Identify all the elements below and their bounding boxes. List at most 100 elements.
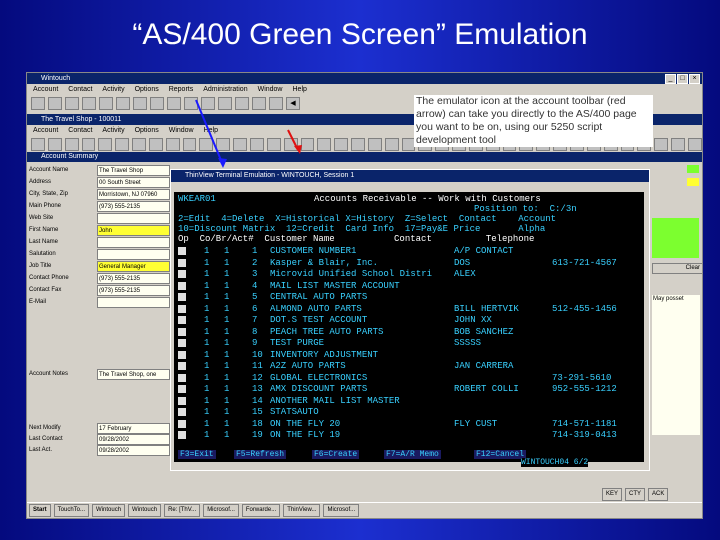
annotation-note: The emulator icon at the account toolbar… xyxy=(414,95,653,147)
row-account: 13 xyxy=(252,384,263,394)
row-phone: 73-291-5610 xyxy=(552,372,612,383)
position-to: Position to: C:/3n xyxy=(474,204,577,214)
row-customer-name: DOT.S TEST ACCOUNT xyxy=(270,315,368,325)
row-account: 15 xyxy=(252,407,263,417)
row-phone: 512-455-1456 xyxy=(552,303,617,314)
row-account: 10 xyxy=(252,349,263,360)
row-option-input[interactable] xyxy=(178,396,186,405)
row-customer-name: PEACH TREE AUTO PARTS xyxy=(270,326,384,337)
row-option-input[interactable] xyxy=(178,373,186,382)
row-option-input[interactable] xyxy=(178,293,186,301)
row-account: 12 xyxy=(252,372,263,383)
row-branch: 1 xyxy=(224,257,230,268)
row-account: 8 xyxy=(252,326,258,337)
row-company: 1 xyxy=(204,407,210,417)
row-option-input[interactable] xyxy=(178,327,186,336)
f5-key[interactable]: F5=Refresh xyxy=(234,450,287,459)
row-branch: 1 xyxy=(224,280,230,291)
row-account: 9 xyxy=(252,338,258,348)
row-contact: ALEX xyxy=(454,269,476,279)
blue-arrow xyxy=(195,99,224,166)
row-account: 14 xyxy=(252,395,263,406)
row-contact: BOB SANCHEZ xyxy=(454,326,514,337)
row-option-input[interactable] xyxy=(178,362,186,370)
row-option-input[interactable] xyxy=(178,247,186,255)
green-screen[interactable]: WKEAR01 Accounts Receivable -- Work with… xyxy=(174,192,644,462)
row-option-input[interactable] xyxy=(178,419,186,428)
row-customer-name: ALMOND AUTO PARTS xyxy=(270,303,362,314)
row-option-input[interactable] xyxy=(178,339,186,347)
row-contact: DOS xyxy=(454,257,471,268)
screen-id: WKEAR01 xyxy=(178,194,216,204)
row-company: 1 xyxy=(204,349,210,360)
row-branch: 1 xyxy=(224,303,230,314)
row-branch: 1 xyxy=(224,349,230,360)
row-option-input[interactable] xyxy=(178,385,186,393)
row-branch: 1 xyxy=(224,430,230,440)
row-customer-name: CENTRAL AUTO PARTS xyxy=(270,292,368,302)
row-account: 11 xyxy=(252,361,263,371)
screen-title: Accounts Receivable -- Work with Custome… xyxy=(314,194,541,204)
row-account: 4 xyxy=(252,280,258,291)
row-company: 1 xyxy=(204,384,210,394)
row-customer-name: Microvid Unified School Distri xyxy=(270,269,433,279)
row-customer-name: CUSTOMER NUMBER1 xyxy=(270,246,357,256)
row-account: 3 xyxy=(252,269,258,279)
terminal-title: ThinView Terminal Emulation - WINTOUCH, … xyxy=(185,172,355,179)
f12-key[interactable]: F12=Cancel xyxy=(474,450,527,459)
row-contact: ROBERT COLLI xyxy=(454,384,519,394)
terminal-window: ThinView Terminal Emulation - WINTOUCH, … xyxy=(170,169,650,471)
row-option-input[interactable] xyxy=(178,408,186,416)
row-company: 1 xyxy=(204,246,210,256)
row-customer-name: Kasper & Blair, Inc. xyxy=(270,257,379,268)
row-branch: 1 xyxy=(224,395,230,406)
row-company: 1 xyxy=(204,395,210,406)
row-contact: JAN CARRERA xyxy=(454,361,514,371)
row-branch: 1 xyxy=(224,338,230,348)
row-company: 1 xyxy=(204,361,210,371)
f6-key[interactable]: F6=Create xyxy=(312,450,360,459)
row-branch: 1 xyxy=(224,326,230,337)
row-company: 1 xyxy=(204,269,210,279)
row-phone: 952-555-1212 xyxy=(552,384,617,394)
row-option-input[interactable] xyxy=(178,350,186,359)
row-phone: 714-571-1181 xyxy=(552,418,617,429)
row-company: 1 xyxy=(204,326,210,337)
terminal-status: WINTOUCH04 6/2 xyxy=(521,458,589,467)
row-customer-name: GLOBAL ELECTRONICS xyxy=(270,372,368,383)
row-contact: BILL HERTVIK xyxy=(454,303,519,314)
row-option-input[interactable] xyxy=(178,281,186,290)
row-company: 1 xyxy=(204,280,210,291)
terminal-toolbar xyxy=(171,182,649,192)
f3-key[interactable]: F3=Exit xyxy=(178,450,216,459)
f7-key[interactable]: F7=A/R Memo xyxy=(384,450,441,459)
row-branch: 1 xyxy=(224,315,230,325)
row-customer-name: AMX DISCOUNT PARTS xyxy=(270,384,368,394)
row-contact: JOHN XX xyxy=(454,315,492,325)
row-branch: 1 xyxy=(224,292,230,302)
row-company: 1 xyxy=(204,292,210,302)
options-line-2: 10=Discount Matrix 12=Credit Card Info 1… xyxy=(178,224,546,234)
row-phone: 613-721-4567 xyxy=(552,257,617,268)
row-customer-name: MAIL LIST MASTER ACCOUNT xyxy=(270,280,400,291)
row-option-input[interactable] xyxy=(178,316,186,324)
row-option-input[interactable] xyxy=(178,258,186,267)
row-company: 1 xyxy=(204,430,210,440)
row-branch: 1 xyxy=(224,372,230,383)
row-customer-name: ON THE FLY 20 xyxy=(270,418,341,429)
row-customer-name: ANOTHER MAIL LIST MASTER xyxy=(270,395,400,406)
row-option-input[interactable] xyxy=(178,304,186,313)
row-branch: 1 xyxy=(224,384,230,394)
column-headers: Op Co/Br/Act# Customer Name Contact Tele… xyxy=(178,234,535,244)
row-account: 6 xyxy=(252,303,258,314)
row-branch: 1 xyxy=(224,418,230,429)
row-branch: 1 xyxy=(224,407,230,417)
row-option-input[interactable] xyxy=(178,431,186,439)
red-arrowhead xyxy=(294,145,302,154)
row-option-input[interactable] xyxy=(178,270,186,278)
row-contact: SSSSS xyxy=(454,338,482,348)
row-account: 18 xyxy=(252,418,263,429)
row-account: 2 xyxy=(252,257,258,268)
row-branch: 1 xyxy=(224,361,230,371)
row-company: 1 xyxy=(204,372,210,383)
